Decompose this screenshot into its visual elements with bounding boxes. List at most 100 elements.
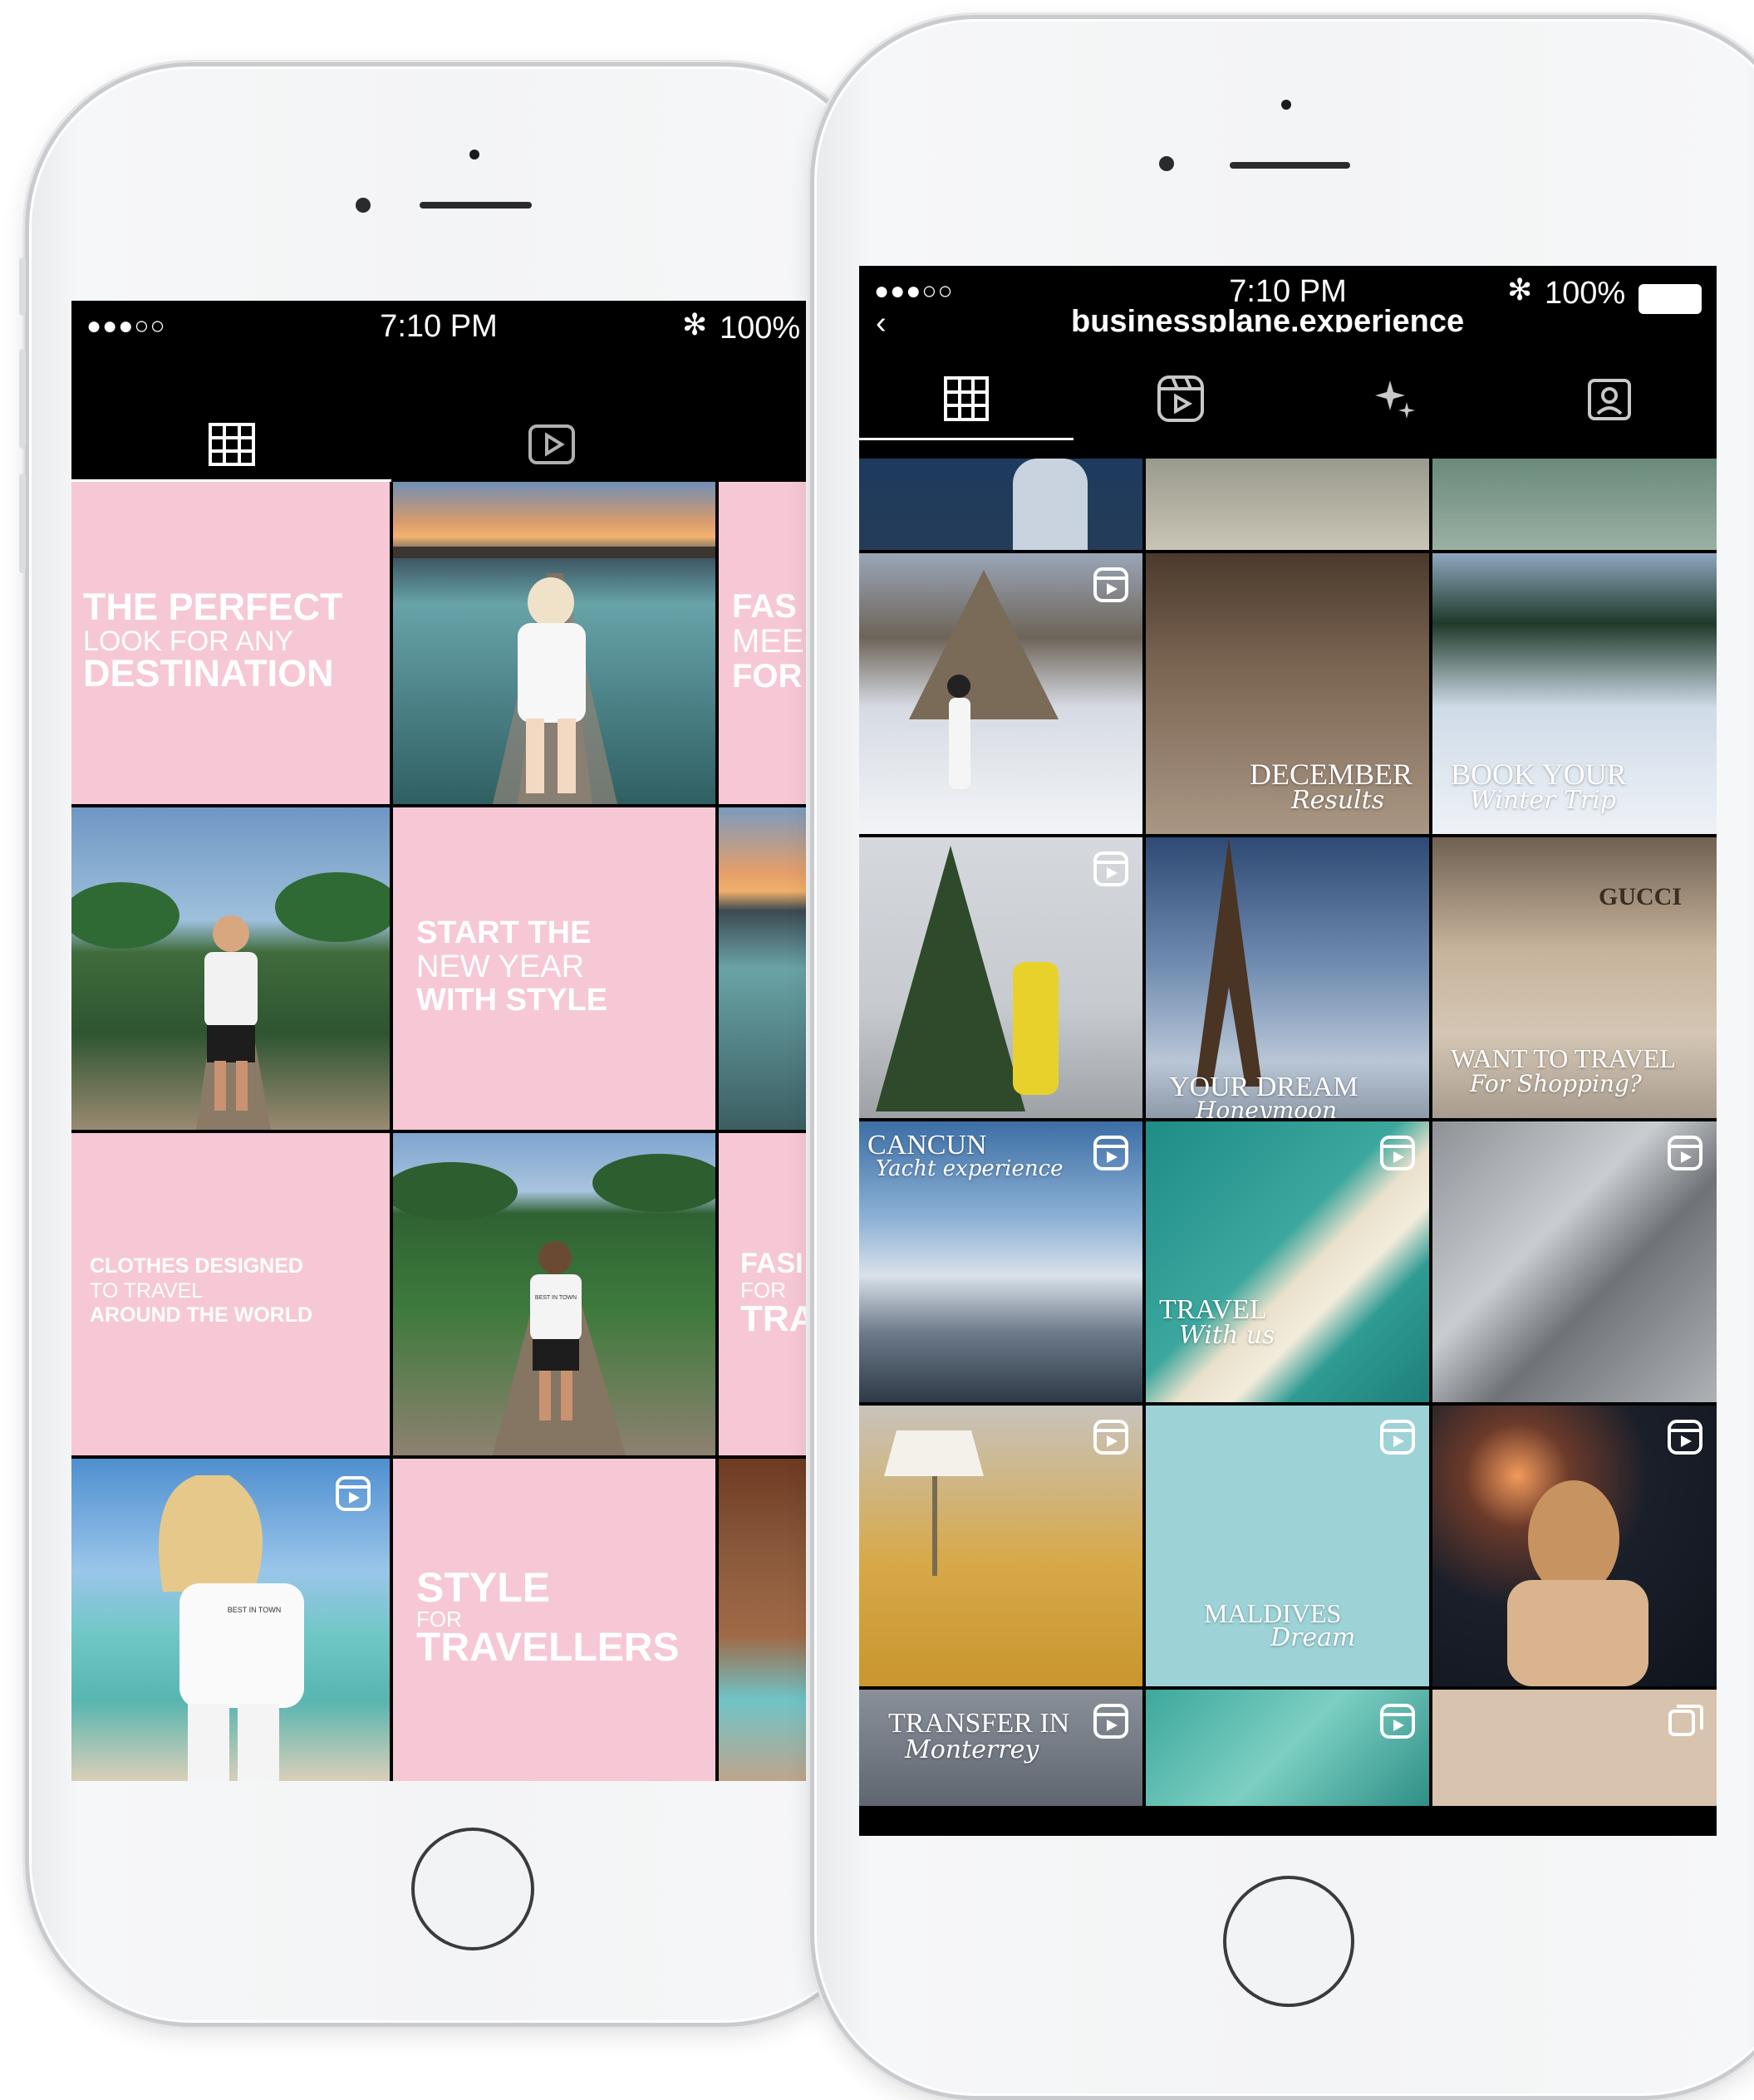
post-headline: TRA [740, 1298, 806, 1339]
reels-icon [1668, 1420, 1702, 1455]
home-button[interactable] [411, 1828, 534, 1950]
front-camera [356, 198, 371, 213]
left-phone-screen: ●●●○○ 7:10 PM ✻ 100% THE PERFECT LOOK FO… [71, 301, 806, 1781]
post-headline: WITH STYLE [416, 983, 608, 1018]
post-headline: CLOTHES DESIGNED [90, 1254, 303, 1278]
post-caption-script: For Shopping? [1470, 1070, 1642, 1097]
post-text-tile[interactable]: START THE NEW YEAR WITH STYLE [393, 807, 715, 1130]
tab-grid[interactable] [859, 357, 1074, 440]
post-photo-pier-partial[interactable] [719, 807, 806, 1130]
reels-icon [1157, 375, 1204, 422]
post-photo-beige[interactable] [1432, 1690, 1717, 1806]
active-tab-indicator [859, 438, 1074, 440]
post-caption-script: Honeymoon [1196, 1097, 1337, 1118]
post-photo-partial[interactable] [859, 459, 1142, 550]
post-photo-pier[interactable] [393, 482, 715, 804]
post-photo-palm-shadow[interactable] [1432, 1121, 1717, 1402]
reels-icon [1093, 1420, 1128, 1455]
tab-reels[interactable] [1074, 357, 1288, 440]
grid-icon [208, 423, 255, 466]
post-text-tile[interactable]: STYLE FOR TRAVELLERS [393, 1459, 715, 1781]
post-photo-shopping[interactable]: GUCCI WANT TO TRAVEL For Shopping? [1432, 837, 1717, 1118]
post-photo-partial[interactable] [1146, 459, 1429, 550]
profile-tabs [71, 407, 806, 482]
posts-grid: DECEMBER Results BOOK YOUR Winter Trip Y… [859, 459, 1717, 1829]
store-sign: GUCCI [1599, 883, 1683, 910]
reels-icon [336, 1476, 371, 1511]
carousel-icon [1668, 1705, 1703, 1736]
post-headline: FOR [732, 658, 803, 694]
back-arrow-icon[interactable]: ‹ [876, 309, 887, 332]
right-phone-screen: ●●●○○ 7:10 PM ✻ 100% businessplane.exper… [859, 266, 1717, 1836]
post-photo-maldives[interactable]: MALDIVES Dream [1146, 1406, 1429, 1686]
post-photo-mountains[interactable] [859, 553, 1142, 834]
reels-icon [1668, 1136, 1702, 1170]
post-photo-december[interactable]: DECEMBER Results [1146, 553, 1429, 834]
volume-down-button [19, 473, 26, 573]
reels-icon [1093, 851, 1128, 886]
post-caption-script: Dream [1270, 1623, 1356, 1652]
profile-header: businessplane.experience ‹ [859, 309, 1717, 332]
pier-illustration [393, 547, 715, 804]
post-photo-cancun[interactable]: CANCUN Yacht experience [859, 1121, 1142, 1402]
post-caption-script: Yacht experience [876, 1156, 1064, 1181]
reels-icon [1380, 1420, 1415, 1455]
grid-icon [944, 376, 989, 421]
post-headline: START THE [416, 915, 592, 950]
post-headline: FASI [740, 1248, 803, 1279]
palm-walk-illustration: BEST IN TOWN [393, 1154, 715, 1455]
tab-ai[interactable] [1288, 357, 1502, 440]
sparkles-icon [1375, 380, 1415, 419]
post-photo-transfer[interactable]: TRANSFER IN Monterrey [859, 1690, 1142, 1806]
post-photo-palm-walk[interactable]: BEST IN TOWN [393, 1133, 715, 1455]
post-headline: TRAVELLERS [416, 1626, 680, 1670]
status-bar: ●●●○○ 7:10 PM ✻ 100% [71, 301, 806, 359]
shirt-print-text: BEST IN TOWN [228, 1606, 282, 1614]
reels-icon [1380, 1136, 1415, 1170]
tab-tagged[interactable] [1502, 357, 1717, 440]
post-photo-partial[interactable] [1432, 459, 1717, 550]
post-headline: STYLE [416, 1564, 551, 1611]
bluetooth-icon: ✻ [1507, 272, 1533, 307]
home-button[interactable] [1223, 1876, 1354, 2007]
post-headline: DESTINATION [83, 652, 334, 694]
reels-play-icon [528, 424, 575, 464]
tab-grid[interactable] [71, 407, 391, 482]
post-text-tile[interactable]: CLOTHES DESIGNED TO TRAVEL AROUND THE WO… [71, 1133, 390, 1455]
palm-path-illustration [71, 872, 390, 1130]
post-caption-script: Results [1291, 786, 1385, 815]
post-photo-fireworks[interactable] [1432, 1406, 1717, 1686]
post-caption-script: Winter Trip [1470, 786, 1617, 815]
tab-reels[interactable] [391, 407, 711, 482]
post-photo-snow[interactable]: BOOK YOUR Winter Trip [1432, 553, 1717, 834]
proximity-sensor [1281, 100, 1291, 110]
post-caption-script: Monterrey [905, 1735, 1039, 1764]
bluetooth-icon: ✻ [682, 307, 708, 341]
earpiece-speaker [420, 202, 532, 209]
post-photo-palm-path[interactable] [71, 807, 390, 1130]
post-headline: FAS [732, 588, 797, 625]
post-text-tile[interactable]: THE PERFECT LOOK FOR ANY DESTINATION [71, 482, 390, 804]
earpiece-speaker [1230, 162, 1350, 169]
post-photo-ocean[interactable] [1146, 1690, 1429, 1806]
front-camera [1159, 156, 1174, 171]
post-photo-beach[interactable]: BEST IN TOWN [71, 1459, 390, 1781]
post-photo-christmas-tree[interactable] [859, 837, 1142, 1118]
post-headline: THE PERFECT [83, 586, 343, 628]
post-photo-travel[interactable]: TRAVEL With us [1146, 1121, 1429, 1402]
posts-grid: THE PERFECT LOOK FOR ANY DESTINATION FAS… [71, 482, 806, 1781]
mute-switch [19, 258, 26, 316]
post-subline: TO TRAVEL [90, 1279, 204, 1303]
profile-tabs [859, 357, 1717, 440]
post-photo-villa-partial[interactable] [719, 1459, 806, 1781]
post-photo-eiffel[interactable]: YOUR DREAM Honeymoon [1146, 837, 1429, 1118]
battery-percent: 100% [720, 311, 801, 346]
post-subline: NEW YEAR [416, 949, 585, 984]
post-photo-hotel-room[interactable] [859, 1406, 1142, 1686]
post-text-tile[interactable]: FASI FOR TRA [719, 1133, 806, 1455]
volume-up-button [19, 349, 26, 449]
post-text-tile[interactable]: FAS MEE FOR [719, 482, 806, 804]
reels-icon [1093, 1704, 1128, 1739]
profile-username[interactable]: businessplane.experience [1071, 309, 1464, 332]
battery-percent: 100% [1545, 276, 1626, 311]
